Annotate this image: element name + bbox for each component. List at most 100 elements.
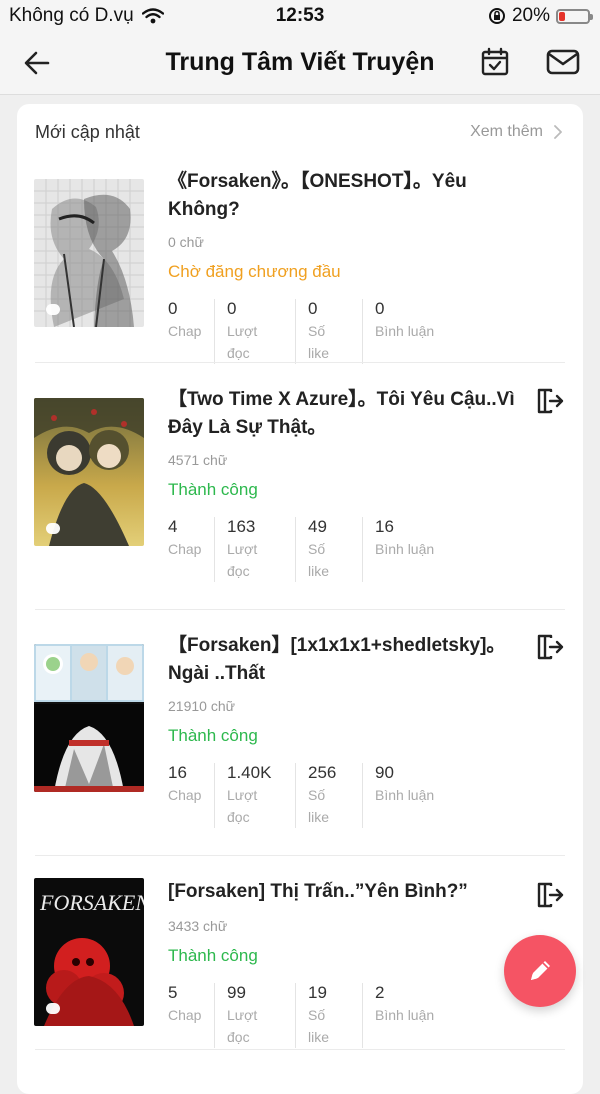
stat-comments: 16 Bình luận [375,517,457,582]
stat-label: Chap [168,787,202,803]
stat-label: Lượt đọc [227,541,258,579]
stat-comments: 90 Bình luận [375,763,457,828]
stat-value: 163 [227,517,256,536]
stat-likes: 256 Số like [308,763,363,828]
story-title[interactable]: [Forsaken] Thị Trấn..”Yên Bình?” [168,878,518,906]
exit-icon [537,388,564,414]
see-more-link[interactable]: Xem thêm [470,123,563,141]
status-bar-right: 20% [488,5,593,27]
story-status: Thành công [168,946,258,965]
story-word-count: 0 chữ [168,234,204,250]
stat-label: Chap [168,323,202,339]
stat-value: 5 [168,983,178,1002]
story-item[interactable]: 《Forsaken》。【ONESHOT】。Yêu Không? 0 chữ Ch… [17,166,583,364]
story-stats: 0 Chap 0 Lượt đọc 0 Số like 0 Bình luận [168,299,469,364]
story-word-count: 21910 chữ [168,698,235,714]
divider [35,362,565,363]
stat-value: 0 [168,299,178,318]
chat-bubble-icon [46,1003,60,1014]
stat-value: 49 [308,517,327,536]
story-cover[interactable] [34,398,144,546]
story-title[interactable]: 《Forsaken》。【ONESHOT】。Yêu Không? [168,168,518,224]
pencil-icon [531,961,550,980]
stat-label: Lượt đọc [227,787,258,825]
stat-value: 16 [375,517,394,536]
stat-value: 90 [375,763,394,782]
story-item[interactable]: 【Forsaken】[1x1x1x1+shedletsky]。Ngài ..Th… [17,630,583,850]
stat-reads: 1.40K Lượt đọc [227,763,296,828]
story-cover[interactable]: FORSAKEN [34,878,144,1026]
stat-value: 2 [375,983,385,1002]
stat-label: Bình luận [375,787,435,803]
story-exit-button[interactable] [535,386,565,416]
cover-image [34,644,144,792]
stat-value: 19 [308,983,327,1002]
story-status: Thành công [168,726,258,745]
stat-reads: 99 Lượt đọc [227,983,296,1048]
battery-icon [556,8,593,24]
stat-chapters: 16 Chap [168,763,215,828]
section-title: Mới cập nhật [35,122,140,142]
stories-card: Mới cập nhật Xem thêm 《Forsaken》。【ONESHO… [17,104,583,1094]
stat-comments: 0 Bình luận [375,299,457,364]
stat-value: 16 [168,763,187,782]
stat-comments: 2 Bình luận [375,983,457,1048]
story-exit-button[interactable] [535,632,565,662]
stat-label: Chap [168,1007,202,1023]
stat-label: Lượt đọc [227,323,258,361]
story-word-count: 4571 chữ [168,452,228,468]
divider [35,855,565,856]
story-item[interactable]: 【Two Time X Azure】。Tôi Yêu Cậu..Vì Đây L… [17,384,583,604]
status-bar: Không có D.vụ 12:53 20% [0,0,600,32]
story-stats: 5 Chap 99 Lượt đọc 19 Số like 2 Bình luận [168,983,469,1048]
stat-label: Chap [168,541,202,557]
divider [35,609,565,610]
stat-value: 0 [308,299,318,318]
mail-button[interactable] [545,45,581,79]
stat-reads: 0 Lượt đọc [227,299,296,364]
story-title[interactable]: 【Forsaken】[1x1x1x1+shedletsky]。Ngài ..Th… [168,632,518,688]
exit-icon [537,634,564,660]
write-story-button[interactable] [504,935,576,1007]
stat-chapters: 5 Chap [168,983,215,1048]
stat-value: 99 [227,983,246,1002]
stat-label: Bình luận [375,323,435,339]
story-stats: 16 Chap 1.40K Lượt đọc 256 Số like 90 Bình l… [168,763,469,828]
story-item[interactable]: FORSAKEN [Forsaken] Thị Trấn..”Yên Bình?… [17,876,583,1076]
divider [35,1049,565,1050]
story-word-count: 3433 chữ [168,918,228,934]
stat-label: Bình luận [375,1007,435,1023]
stat-value: 0 [375,299,385,318]
see-more-label: Xem thêm [470,123,543,140]
exit-icon [537,882,564,908]
svg-text:FORSAKEN: FORSAKEN [39,890,144,915]
battery-percent: 20% [511,5,550,26]
chevron-right-icon [554,125,562,139]
stat-value: 256 [308,763,337,782]
stat-label: Lượt đọc [227,1007,258,1045]
story-status: Thành công [168,480,258,499]
stat-likes: 49 Số like [308,517,363,582]
mail-icon [546,49,580,75]
story-status: Chờ đăng chương đầu [168,262,341,281]
stat-likes: 0 Số like [308,299,363,364]
app-header: Trung Tâm Viết Truyện [0,32,600,95]
stat-chapters: 0 Chap [168,299,215,364]
stat-value: 1.40K [227,763,272,782]
chat-bubble-icon [46,523,60,534]
calendar-button[interactable] [478,45,512,79]
stat-chapters: 4 Chap [168,517,215,582]
stat-reads: 163 Lượt đọc [227,517,296,582]
stat-value: 0 [227,299,237,318]
story-exit-button[interactable] [535,880,565,910]
story-cover[interactable] [34,179,144,327]
stat-label: Số like [308,323,330,361]
story-title[interactable]: 【Two Time X Azure】。Tôi Yêu Cậu..Vì Đây L… [168,386,518,442]
calendar-check-icon [481,47,509,76]
chat-bubble-icon [46,304,60,315]
stat-likes: 19 Số like [308,983,363,1048]
story-cover[interactable] [34,644,144,792]
stat-value: 4 [168,517,178,536]
rotation-lock-icon [488,8,505,24]
stat-label: Số like [308,1007,330,1045]
